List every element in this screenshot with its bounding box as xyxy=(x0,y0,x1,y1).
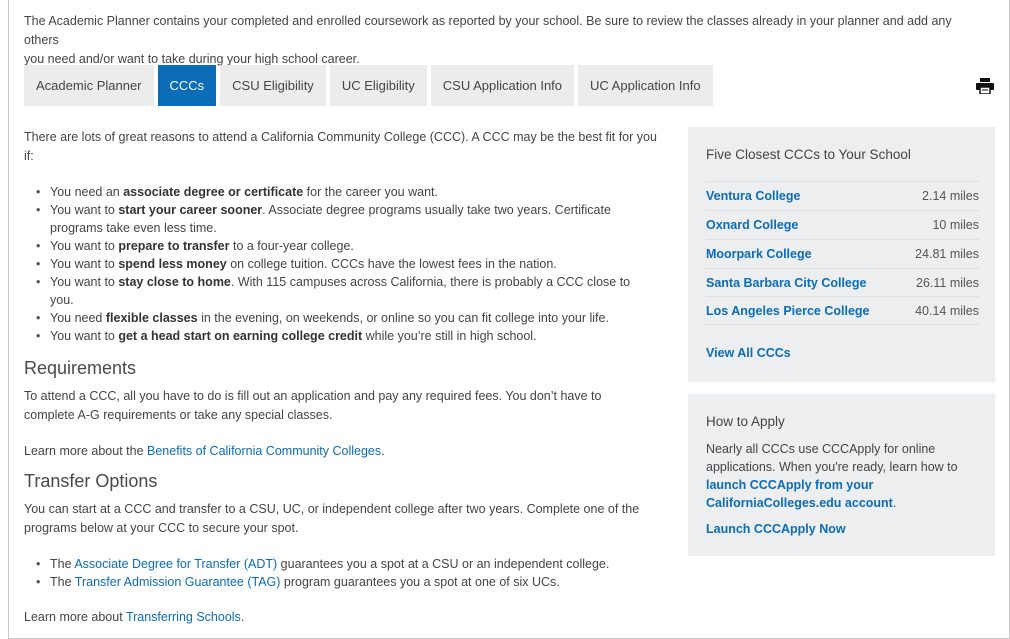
college-distance: 26.11 miles xyxy=(916,275,979,290)
launch-cccapply-account-link[interactable]: launch CCCApply from your CaliforniaColl… xyxy=(706,478,893,510)
list-item: You want to prepare to transfer to a fou… xyxy=(24,237,634,255)
list-item: You need an associate degree or certific… xyxy=(24,183,634,201)
closest-cccs-title: Five Closest CCCs to Your School xyxy=(706,147,911,162)
college-name-link[interactable]: Santa Barbara City College xyxy=(706,276,866,290)
college-distance: 24.81 miles xyxy=(915,246,979,261)
benefits-link[interactable]: Benefits of California Community College… xyxy=(147,444,381,458)
launch-cccapply-now-link[interactable]: Launch CCCApply Now xyxy=(706,522,846,536)
tab-academic-planner[interactable]: Academic Planner xyxy=(24,65,154,106)
college-distance: 40.14 miles xyxy=(915,303,979,318)
college-row: Los Angeles Pierce College 40.14 miles xyxy=(706,296,979,324)
college-name-link[interactable]: Ventura College xyxy=(706,189,800,203)
learn-more-benefits: Learn more about the Benefits of Califor… xyxy=(24,444,385,458)
tab-uc-application-info[interactable]: UC Application Info xyxy=(578,65,713,106)
tab-cccs[interactable]: CCCs xyxy=(157,65,217,106)
college-row: Moorpark College 24.81 miles xyxy=(706,239,979,267)
list-item: You want to get a head start on earning … xyxy=(24,327,634,345)
tab-csu-application-info[interactable]: CSU Application Info xyxy=(430,65,575,106)
college-row: Oxnard College 10 miles xyxy=(706,210,979,238)
tab-csu-eligibility[interactable]: CSU Eligibility xyxy=(220,65,326,106)
tab-uc-eligibility[interactable]: UC Eligibility xyxy=(329,65,427,106)
list-item: You want to spend less money on college … xyxy=(24,255,634,273)
intro-text: The Academic Planner contains your compl… xyxy=(24,12,984,69)
transfer-list: The Associate Degree for Transfer (ADT) … xyxy=(24,555,664,591)
college-list-bottom-border xyxy=(706,324,979,325)
how-to-apply-title: How to Apply xyxy=(706,414,785,429)
college-name-link[interactable]: Moorpark College xyxy=(706,247,812,261)
list-item: The Transfer Admission Guarantee (TAG) p… xyxy=(24,573,664,591)
list-item: You need flexible classes in the evening… xyxy=(24,309,634,327)
tag-link[interactable]: Transfer Admission Guarantee (TAG) xyxy=(75,575,281,589)
closest-cccs-card: Five Closest CCCs to Your School Ventura… xyxy=(688,127,995,382)
list-item: You want to stay close to home. With 115… xyxy=(24,273,634,309)
transfer-heading: Transfer Options xyxy=(24,471,158,491)
adt-link[interactable]: Associate Degree for Transfer (ADT) xyxy=(74,557,277,571)
printer-icon[interactable] xyxy=(976,78,994,95)
transferring-schools-link[interactable]: Transferring Schools xyxy=(126,610,241,624)
learn-more-transfer: Learn more about Transferring Schools. xyxy=(24,610,245,624)
reasons-list: You need an associate degree or certific… xyxy=(24,183,634,345)
how-to-apply-text: Nearly all CCCs use CCCApply for online … xyxy=(706,442,958,510)
college-distance: 2.14 miles xyxy=(922,188,979,203)
college-row: Santa Barbara City College 26.11 miles xyxy=(706,268,979,296)
view-all-cccs-link[interactable]: View All CCCs xyxy=(706,346,791,360)
list-item: You want to start your career sooner. As… xyxy=(24,201,634,237)
tab-bar: Academic Planner CCCs CSU Eligibility UC… xyxy=(24,65,717,106)
college-name-link[interactable]: Oxnard College xyxy=(706,218,798,232)
requirements-heading: Requirements xyxy=(24,358,137,378)
transfer-text: You can start at a CCC and transfer to a… xyxy=(24,502,640,535)
college-row: Ventura College 2.14 miles xyxy=(706,181,979,209)
how-to-apply-card: How to Apply Nearly all CCCs use CCCAppl… xyxy=(688,394,995,556)
college-distance: 10 miles xyxy=(932,217,979,232)
requirements-text: To attend a CCC, all you have to do is f… xyxy=(24,389,602,422)
list-item: The Associate Degree for Transfer (ADT) … xyxy=(24,555,664,573)
lead-paragraph: There are lots of great reasons to atten… xyxy=(24,130,657,163)
main-content: There are lots of great reasons to atten… xyxy=(24,128,664,627)
college-name-link[interactable]: Los Angeles Pierce College xyxy=(706,304,869,318)
intro-line-1: The Academic Planner contains your compl… xyxy=(24,14,952,47)
